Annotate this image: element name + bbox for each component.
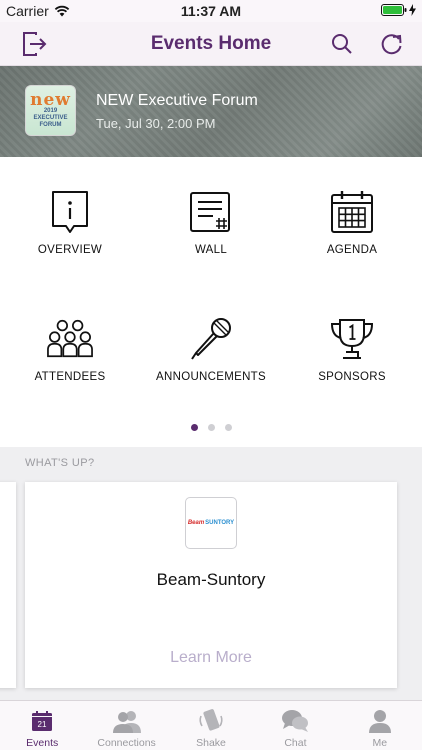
tab-label: Shake	[196, 737, 226, 749]
page-indicator[interactable]	[0, 424, 422, 431]
previous-card-peek[interactable]	[0, 482, 16, 688]
microphone-icon	[191, 318, 231, 360]
person-icon	[368, 710, 391, 733]
learn-more-button[interactable]: Learn More	[25, 649, 397, 667]
menu-item-attendees[interactable]: ATTENDEES	[0, 284, 140, 394]
tab-shake[interactable]: Shake	[169, 701, 253, 750]
menu-item-agenda[interactable]: AGENDA	[282, 157, 422, 267]
sponsor-logo: Beam SUNTORY	[185, 497, 237, 549]
calendar-icon: 21	[32, 711, 53, 731]
tab-bar: 21 Events Connections Shake Chat Me	[0, 700, 422, 750]
tab-events[interactable]: 21 Events	[0, 701, 84, 750]
tab-label: Chat	[284, 737, 307, 749]
menu-item-announcements[interactable]: ANNOUNCEMENTS	[141, 284, 281, 394]
refresh-button[interactable]	[376, 28, 408, 60]
tab-label: Me	[372, 737, 388, 749]
clock: 11:37 AM	[180, 3, 242, 19]
event-logo: new 2019 EXECUTIVE FORUM	[25, 85, 76, 136]
tab-label: Connections	[97, 737, 156, 749]
sponsor-name: Beam-Suntory	[156, 570, 266, 589]
tab-me[interactable]: Me	[338, 701, 422, 750]
search-icon	[332, 34, 352, 54]
battery-icon	[381, 4, 407, 16]
menu-item-label: OVERVIEW	[37, 244, 103, 256]
nav-bar: Events Home	[0, 22, 422, 66]
shake-icon	[199, 709, 223, 731]
sponsor-card[interactable]: Beam SUNTORY Beam-Suntory Learn More	[25, 482, 397, 688]
page-dot-1[interactable]	[190, 424, 198, 431]
tab-chat[interactable]: Chat	[253, 701, 337, 750]
event-logo-year: 2019	[43, 108, 58, 114]
event-banner[interactable]: new 2019 EXECUTIVE FORUM NEW Executive F…	[0, 66, 422, 157]
menu-item-overview[interactable]: OVERVIEW	[0, 157, 140, 267]
menu-item-sponsors[interactable]: SPONSORS	[282, 284, 422, 394]
menu-item-wall[interactable]: WALL	[141, 157, 281, 267]
event-menu-grid: OVERVIEW WALL AGENDA ATTENDEES ANNOUNCEM…	[0, 157, 422, 447]
tab-connections[interactable]: Connections	[84, 701, 168, 750]
event-title: NEW Executive Forum	[96, 92, 258, 109]
section-header-whats-up: WHAT'S UP?	[25, 457, 95, 469]
people-icon	[47, 319, 93, 358]
event-logo-line1: EXECUTIVE	[33, 115, 68, 121]
menu-item-label: SPONSORS	[318, 371, 386, 383]
menu-item-label: WALL	[194, 244, 228, 256]
status-bar: Carrier 11:37 AM	[0, 0, 422, 22]
trophy-icon	[330, 319, 374, 359]
battery-indicator	[381, 4, 416, 16]
page-title: Events Home	[150, 33, 272, 54]
refresh-icon	[381, 34, 402, 55]
page-dot-2[interactable]	[207, 424, 215, 431]
calendar-icon	[331, 191, 373, 233]
calendar-badge: 21	[38, 720, 47, 729]
tab-label: Events	[26, 737, 59, 749]
event-date: Tue, Jul 30, 2:00 PM	[96, 116, 216, 131]
menu-item-label: ATTENDEES	[34, 371, 106, 383]
connections-icon	[112, 711, 141, 733]
info-icon	[52, 191, 88, 233]
event-logo-mark: new	[30, 90, 71, 110]
event-logo-line2: FORUM	[39, 122, 62, 128]
search-button[interactable]	[326, 28, 358, 60]
sponsor-logo-suntory: SUNTORY	[205, 520, 235, 526]
sponsor-logo-beam: Beam	[187, 520, 205, 526]
chat-icon	[282, 710, 309, 732]
wall-icon	[190, 192, 230, 232]
charging-icon	[409, 4, 416, 16]
menu-item-label: ANNOUNCEMENTS	[156, 371, 266, 383]
page-dot-3[interactable]	[224, 424, 232, 431]
menu-item-label: AGENDA	[326, 244, 378, 256]
